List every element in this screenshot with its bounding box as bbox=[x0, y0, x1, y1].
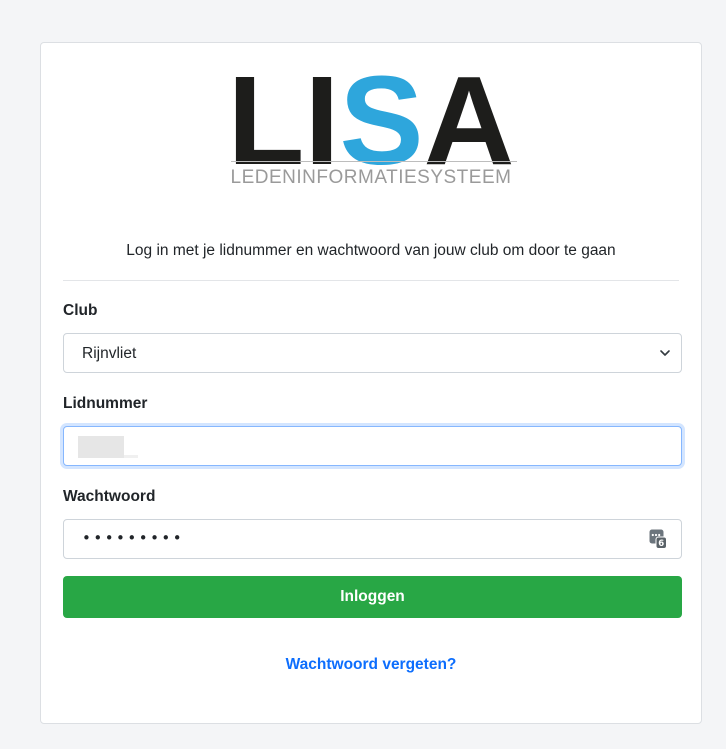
club-select-value: Rijnvliet bbox=[82, 345, 137, 362]
login-button[interactable]: Inloggen bbox=[63, 576, 682, 618]
forgot-password-link[interactable]: Wachtwoord vergeten? bbox=[41, 656, 701, 674]
divider bbox=[63, 280, 679, 281]
club-select[interactable]: Rijnvliet bbox=[63, 333, 682, 373]
password-key-icon[interactable]: 6 bbox=[649, 529, 667, 549]
member-number-label: Lidnummer bbox=[63, 395, 148, 412]
chevron-down-icon bbox=[659, 346, 671, 360]
intro-text: Log in met je lidnummer en wachtwoord va… bbox=[126, 242, 616, 259]
logo-divider bbox=[231, 161, 517, 162]
club-label: Club bbox=[63, 302, 98, 319]
member-number-input[interactable] bbox=[63, 426, 682, 466]
password-input[interactable]: ••••••••• 6 bbox=[63, 519, 682, 559]
login-card: LISA LEDENINFORMATIESYSTEEM Log in met j… bbox=[40, 42, 702, 724]
svg-text:6: 6 bbox=[658, 539, 664, 549]
password-value: ••••••••• bbox=[82, 529, 185, 547]
redacted-value bbox=[78, 436, 124, 458]
logo-subtitle: LEDENINFORMATIESYSTEEM bbox=[230, 167, 512, 188]
password-label: Wachtwoord bbox=[63, 488, 156, 505]
redacted-value-tail bbox=[124, 455, 138, 458]
